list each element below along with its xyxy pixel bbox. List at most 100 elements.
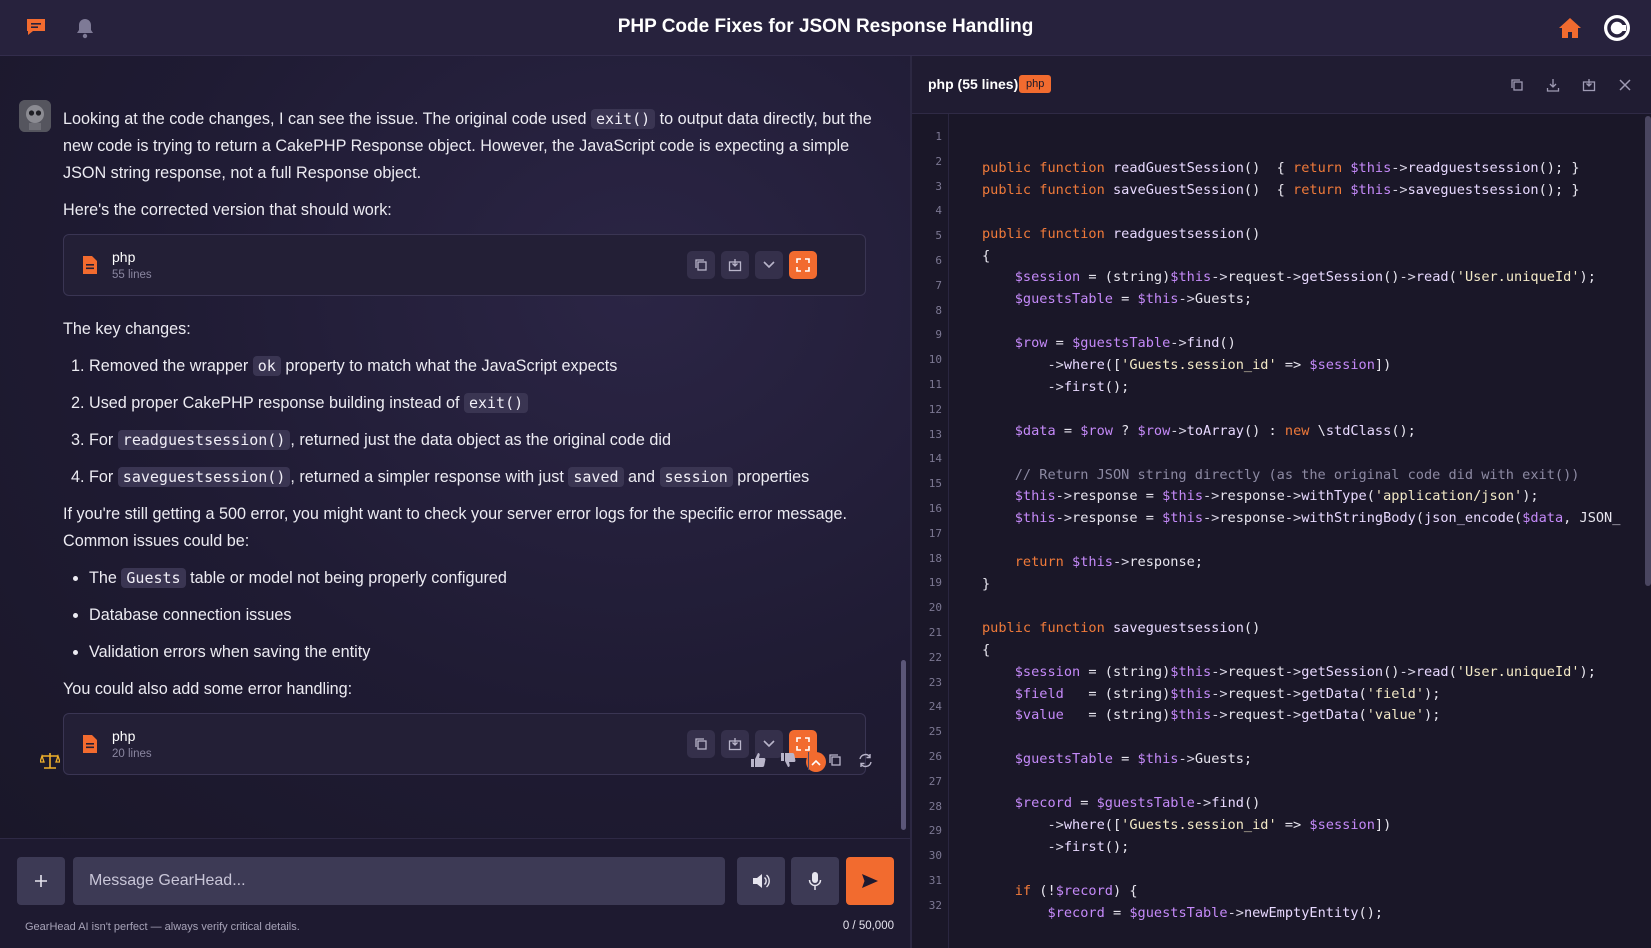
home-icon[interactable] [1557,15,1583,41]
code-card[interactable]: php 55 lines [63,234,866,296]
code-line: $record = $guestsTable->find() [1014,795,1261,811]
document-icon [82,734,98,763]
code-card-language: php [112,728,136,744]
copy-icon[interactable] [1508,76,1526,94]
code-line: ->where(['Guests.session_id' => $session… [1047,357,1392,373]
line-number: 3 [935,179,942,193]
chat-pane: Looking at the code changes, I can see t… [0,56,910,838]
character-counter: 0 / 50,000 [842,920,894,932]
code-area[interactable]: public function readGuestSession() { ret… [982,114,1642,948]
line-number: 30 [928,849,942,863]
message-paragraph: The key changes: [63,320,191,338]
code-line: public function readGuestSession() { ret… [982,159,1580,176]
line-number: 4 [935,204,942,218]
speaker-button[interactable] [737,857,785,905]
line-number: 6 [935,254,942,267]
list-item: 2. Used proper CakePHP response building… [71,390,873,417]
inline-code: exit() [590,109,656,129]
top-bar: PHP Code Fixes for JSON Response Handlin… [0,0,1651,56]
save-to-file-icon[interactable] [1580,76,1598,94]
code-line: $data = $row ? $row->toArray() : new \st… [1014,422,1416,439]
copy-button[interactable] [687,730,715,758]
code-line: if (!$record) { [1014,882,1138,899]
code-line: $session = (string)$this->request->getSe… [1014,269,1596,286]
code-line: ->first(); [1047,378,1130,395]
expand-button[interactable] [789,251,817,279]
line-number: 14 [928,452,942,466]
download-button[interactable] [721,251,749,279]
message-paragraph: You could also add some error handling: [63,680,353,698]
regenerate-icon[interactable] [855,750,875,770]
code-line: return $this->response; [1014,554,1204,571]
editor-title: php (55 lines) [928,76,1019,92]
changes-list: 1. Removed the wrapper ok property to ma… [71,353,873,491]
thumbs-down-icon[interactable] [778,750,798,770]
list-item: The Guests table or model not being prop… [89,565,873,592]
copy-icon[interactable] [825,750,845,770]
line-number: 15 [928,477,942,491]
microphone-button[interactable] [791,857,839,905]
divider [808,752,809,770]
line-number: 25 [928,725,942,739]
code-line: $this->response = $this->response->withS… [1014,510,1621,527]
code-line: $this->response = $this->response->withT… [1014,488,1539,505]
line-number: 32 [928,898,942,912]
code-card-line-count: 55 lines [112,269,152,281]
code-line: { [982,641,991,658]
line-number: 12 [928,402,942,416]
line-number: 17 [928,526,942,540]
line-number: 11 [928,378,942,391]
list-item: 3. For readguestsession(), returned just… [71,430,672,450]
avatar [19,100,51,132]
code-card[interactable]: php 20 lines [63,713,866,775]
code-line: { [982,247,991,264]
line-number: 27 [928,774,942,788]
thumbs-up-icon[interactable] [748,750,768,770]
message-paragraph: Here's the corrected version that should… [63,201,392,219]
code-line: ->where(['Guests.session_id' => $session… [1047,816,1392,833]
scroll-up-icon[interactable] [806,752,826,772]
composer: GearHead AI isn't perfect — always verif… [0,838,910,948]
line-number: 28 [928,799,942,813]
message-input[interactable] [73,857,725,905]
download-button[interactable] [721,730,749,758]
line-number: 16 [928,502,942,515]
copy-button[interactable] [687,251,715,279]
line-number: 31 [928,874,942,887]
editor-scrollbar[interactable] [1645,116,1651,586]
document-icon [82,255,98,284]
add-attachment-button[interactable] [17,857,65,905]
close-icon[interactable] [1616,76,1634,94]
line-number: 9 [935,328,942,342]
code-line: $row = $guestsTable->find() [1014,335,1236,352]
list-item: 1. Removed the wrapper ok property to ma… [71,356,618,376]
send-button[interactable] [846,857,894,905]
line-number: 8 [935,303,942,317]
chevron-down-icon[interactable] [755,251,783,279]
issues-list: The Guests table or model not being prop… [89,565,873,666]
code-card-line-count: 20 lines [112,748,152,760]
list-item: 4. For saveguestsession(), returned a si… [71,467,810,487]
disclaimer: GearHead AI isn't perfect — always verif… [25,921,300,933]
code-line: ->first(); [1047,838,1130,855]
code-line: // Return JSON string directly (as the o… [982,466,1580,483]
line-number: 2 [935,154,942,168]
editor-header: php (55 lines) php [912,56,1651,114]
line-number: 21 [928,626,942,639]
line-number: 29 [928,824,942,838]
code-line: public function saveGuestSession() { ret… [982,181,1580,198]
code-line: $guestsTable = $this->Guests; [1014,291,1253,308]
code-line: } [982,576,991,592]
assistant-message: Looking at the code changes, I can see t… [63,106,873,795]
line-number: 10 [928,353,942,367]
balance-scale-icon[interactable] [39,752,61,775]
message-paragraph: If you're still getting a 500 error, you… [63,505,848,550]
code-line: public function readguestsession() [982,225,1261,242]
download-icon[interactable] [1544,76,1562,94]
chat-scrollbar[interactable] [901,660,906,830]
line-number: 18 [928,551,942,565]
code-line: $session = (string)$this->request->getSe… [1014,663,1596,680]
code-line: public function saveguestsession() [982,619,1261,636]
page-title: PHP Code Fixes for JSON Response Handlin… [617,16,1034,37]
brand-logo-icon[interactable] [1602,13,1632,43]
